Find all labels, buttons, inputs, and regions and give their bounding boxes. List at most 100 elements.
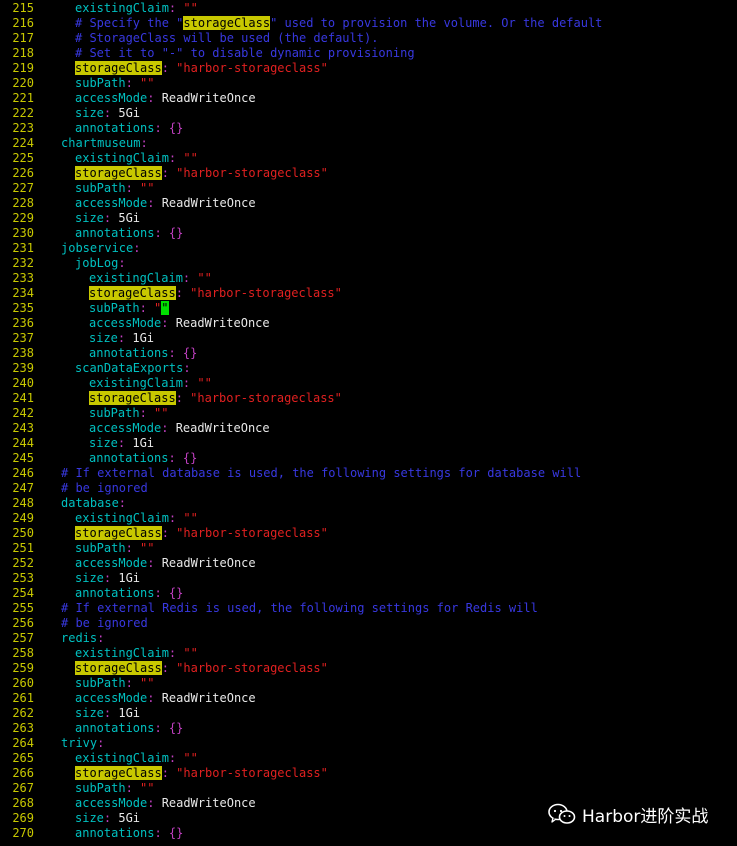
yaml-key: annotations (89, 451, 169, 465)
yaml-string: "harbor-storageclass" (176, 766, 328, 780)
code-line[interactable]: 267 subPath: "" (0, 781, 737, 796)
code-line[interactable]: 256 # be ignored (0, 616, 737, 631)
code-line[interactable]: 258 existingClaim: "" (0, 646, 737, 661)
line-number: 268 (12, 796, 34, 810)
yaml-key: scanDataExports (75, 361, 184, 375)
yaml-key: existingClaim (75, 646, 169, 660)
code-line[interactable]: 225 existingClaim: "" (0, 151, 737, 166)
yaml-value: 5Gi (118, 106, 141, 120)
yaml-punct: : (161, 661, 177, 675)
code-line[interactable]: 216 # Specify the "storageClass" used to … (0, 16, 737, 31)
code-line[interactable]: 260 subPath: "" (0, 676, 737, 691)
line-number: 260 (12, 676, 34, 690)
code-line[interactable]: 254 annotations: {} (0, 586, 737, 601)
line-number: 216 (12, 16, 34, 30)
line-code: existingClaim: "" (75, 151, 198, 166)
code-line[interactable]: 230 annotations: {} (0, 226, 737, 241)
yaml-punct: : (168, 646, 184, 660)
code-line[interactable]: 237 size: 1Gi (0, 331, 737, 346)
yaml-key: accessMode (75, 691, 148, 705)
code-line[interactable]: 227 subPath: "" (0, 181, 737, 196)
line-number: 261 (12, 691, 34, 705)
code-line[interactable]: 257 redis: (0, 631, 737, 646)
code-line[interactable]: 242 subPath: "" (0, 406, 737, 421)
line-code: # Set it to "-" to disable dynamic provi… (75, 46, 415, 61)
code-line[interactable]: 244 size: 1Gi (0, 436, 737, 451)
yaml-value: 1Gi (118, 571, 141, 585)
code-line[interactable]: 253 size: 1Gi (0, 571, 737, 586)
yaml-string: "" (183, 1, 198, 15)
code-line[interactable]: 250 storageClass: "harbor-storageclass" (0, 526, 737, 541)
line-number: 232 (12, 256, 34, 270)
line-number: 224 (12, 136, 34, 150)
code-line[interactable]: 221 accessMode: ReadWriteOnce (0, 91, 737, 106)
code-line[interactable]: 231 jobservice: (0, 241, 737, 256)
yaml-string: "" (140, 76, 155, 90)
code-line[interactable]: 265 existingClaim: "" (0, 751, 737, 766)
line-code: size: 5Gi (75, 106, 140, 121)
yaml-punct: : (147, 556, 162, 570)
code-line[interactable]: 220 subPath: "" (0, 76, 737, 91)
code-line[interactable]: 217 # StorageClass will be used (the defa… (0, 31, 737, 46)
yaml-key: subPath (75, 676, 126, 690)
yaml-punct: : (117, 436, 133, 450)
code-line[interactable]: 224 chartmuseum: (0, 136, 737, 151)
code-line[interactable]: 246 # If external database is used, the f… (0, 466, 737, 481)
code-line[interactable]: 238 annotations: {} (0, 346, 737, 361)
code-line[interactable]: 243 accessMode: ReadWriteOnce (0, 421, 737, 436)
code-line[interactable]: 223 annotations: {} (0, 121, 737, 136)
code-line[interactable]: 252 accessMode: ReadWriteOnce (0, 556, 737, 571)
code-line[interactable]: 239 scanDataExports: (0, 361, 737, 376)
yaml-key: subPath (75, 76, 126, 90)
code-line[interactable]: 219 storageClass: "harbor-storageclass" (0, 61, 737, 76)
code-line[interactable]: 236 accessMode: ReadWriteOnce (0, 316, 737, 331)
code-line[interactable]: 270 annotations: {} (0, 826, 737, 841)
line-number: 263 (12, 721, 34, 735)
line-number: 223 (12, 121, 34, 135)
line-code: # If external Redis is used, the followi… (61, 601, 538, 616)
code-line[interactable]: 215 existingClaim: "" (0, 1, 737, 16)
code-line[interactable]: 263 annotations: {} (0, 721, 737, 736)
line-number: 257 (12, 631, 34, 645)
yaml-key: annotations (89, 346, 169, 360)
line-number: 258 (12, 646, 34, 660)
code-line[interactable]: 261 accessMode: ReadWriteOnce (0, 691, 737, 706)
code-line[interactable]: 259 storageClass: "harbor-storageclass" (0, 661, 737, 676)
line-code: accessMode: ReadWriteOnce (89, 316, 270, 331)
code-line[interactable]: 232 jobLog: (0, 256, 737, 271)
code-line[interactable]: 226 storageClass: "harbor-storageclass" (0, 166, 737, 181)
line-code: # If external database is used, the foll… (61, 466, 581, 481)
code-line[interactable]: 249 existingClaim: "" (0, 511, 737, 526)
yaml-punct: : (125, 676, 141, 690)
code-line[interactable]: 228 accessMode: ReadWriteOnce (0, 196, 737, 211)
yaml-key: accessMode (89, 316, 162, 330)
code-line[interactable]: 241 storageClass: "harbor-storageclass" (0, 391, 737, 406)
code-line[interactable]: 229 size: 5Gi (0, 211, 737, 226)
code-line[interactable]: 218 # Set it to "-" to disable dynamic pr… (0, 46, 737, 61)
yaml-key: existingClaim (75, 1, 169, 15)
yaml-key: existingClaim (89, 271, 183, 285)
yaml-punct: : {} (168, 451, 198, 465)
code-line[interactable]: 262 size: 1Gi (0, 706, 737, 721)
terminal-editor[interactable]: 215 existingClaim: "" 216 # Specify the "st… (0, 0, 737, 846)
code-line[interactable]: 222 size: 5Gi (0, 106, 737, 121)
line-code: existingClaim: "" (89, 376, 212, 391)
code-line[interactable]: 245 annotations: {} (0, 451, 737, 466)
code-line[interactable]: 266 storageClass: "harbor-storageclass" (0, 766, 737, 781)
yaml-punct: : (147, 796, 162, 810)
search-highlight: storageClass (75, 526, 162, 540)
code-line[interactable]: 234 storageClass: "harbor-storageclass" (0, 286, 737, 301)
code-line[interactable]: 251 subPath: "" (0, 541, 737, 556)
code-line[interactable]: 255 # If external Redis is used, the foll… (0, 601, 737, 616)
code-line[interactable]: 247 # be ignored (0, 481, 737, 496)
yaml-punct: : (161, 166, 177, 180)
code-line[interactable]: 240 existingClaim: "" (0, 376, 737, 391)
yaml-key: subPath (75, 541, 126, 555)
code-line[interactable]: 233 existingClaim: "" (0, 271, 737, 286)
code-line[interactable]: 264 trivy: (0, 736, 737, 751)
line-code: size: 1Gi (89, 436, 154, 451)
line-code: annotations: {} (75, 226, 183, 241)
code-line[interactable]: 235 subPath: "" (0, 301, 737, 316)
yaml-punct: : (182, 376, 198, 390)
code-line[interactable]: 248 database: (0, 496, 737, 511)
